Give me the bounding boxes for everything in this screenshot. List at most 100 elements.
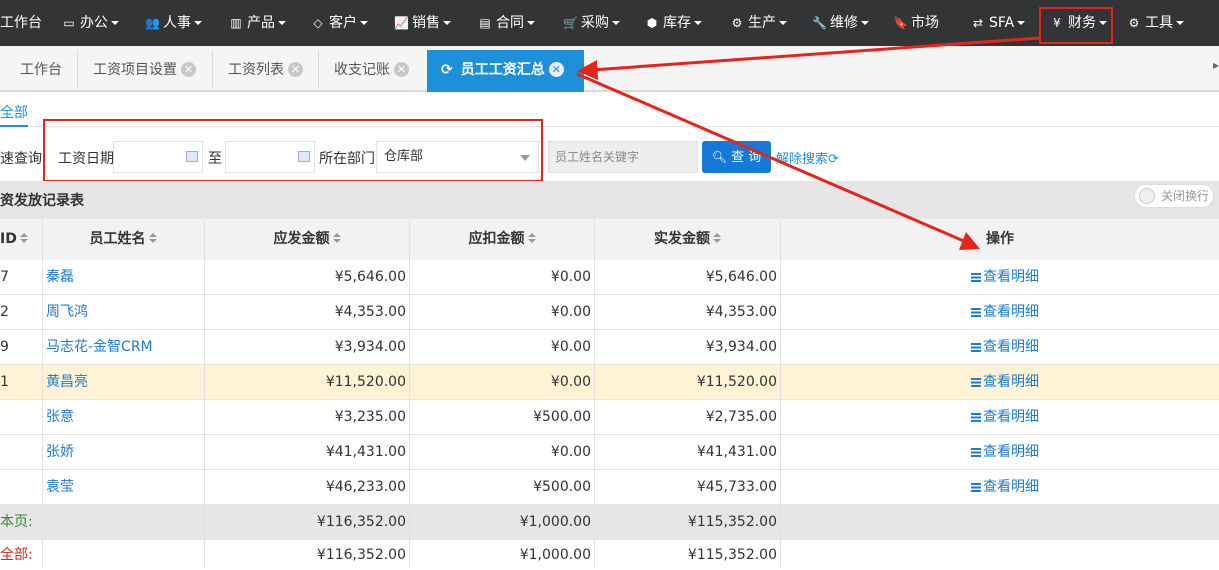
all-total-gross: ¥116,352.00	[316, 547, 406, 563]
table-row[interactable]: 9 马志花-金智CRM ¥3,934.00 ¥0.00 ¥3,934.00 查看明细	[0, 330, 1219, 365]
cell-employee-name[interactable]: 张娇	[46, 435, 201, 470]
sort-icon	[19, 233, 28, 243]
sort-icon	[332, 233, 341, 243]
nav-item-hr[interactable]: 👥 人事	[145, 0, 202, 46]
close-icon[interactable]: ✕	[181, 61, 196, 77]
nav-item-office[interactable]: ▭ 办公	[62, 0, 119, 46]
clear-search-link[interactable]: 解除搜索⟳	[776, 148, 839, 167]
query-button[interactable]: 🔍︎ 查 询	[702, 141, 771, 173]
nav-item-contract[interactable]: ▤ 合同	[478, 0, 535, 46]
cell-employee-name[interactable]: 秦磊	[46, 260, 201, 295]
view-detail-link[interactable]: 查看明细	[971, 470, 1091, 505]
column-label: 应扣金额	[468, 231, 525, 247]
nav-label: 采购	[581, 15, 609, 31]
column-divider	[780, 219, 781, 567]
cog-icon: ⚙	[1128, 16, 1140, 30]
table-row[interactable]: 袁莹 ¥46,233.00 ¥500.00 ¥45,733.00 查看明细	[0, 470, 1219, 505]
view-detail-link[interactable]: 查看明细	[971, 365, 1091, 400]
table-row[interactable]: 7 秦磊 ¥5,646.00 ¥0.00 ¥5,646.00 查看明细	[0, 260, 1219, 295]
page-total-net: ¥115,352.00	[687, 514, 777, 530]
tab-label: 工作台	[20, 62, 62, 78]
cell-gross: ¥41,431.00	[325, 444, 406, 460]
tab-employee-salary-summary[interactable]: ⟳ 员工工资汇总 ✕	[427, 50, 584, 92]
nav-item-inventory[interactable]: ⬢ 库存	[645, 0, 702, 46]
cell-net: ¥41,431.00	[696, 444, 777, 460]
nav-item-product[interactable]: ▥ 产品	[229, 0, 286, 46]
nav-item-sales[interactable]: 📈 销售	[394, 0, 451, 46]
column-label: 员工姓名	[89, 231, 146, 247]
nav-label: 工作台	[0, 15, 42, 31]
column-label: 实发金额	[654, 231, 710, 247]
column-header-action: 操作	[781, 219, 1219, 260]
table-row[interactable]: 张娇 ¥41,431.00 ¥0.00 ¥41,431.00 查看明细	[0, 435, 1219, 470]
view-detail-link[interactable]: 查看明细	[971, 330, 1091, 365]
view-detail-link[interactable]: 查看明细	[971, 295, 1091, 330]
nav-item-market[interactable]: 🔖 市场	[893, 0, 939, 46]
close-icon[interactable]: ✕	[394, 61, 409, 77]
users-icon: 👥	[145, 16, 160, 30]
all-total-net: ¥115,352.00	[687, 547, 777, 563]
wrap-toggle[interactable]: 关闭换行	[1134, 184, 1214, 208]
search-icon: 🔍︎	[711, 150, 727, 164]
cell-deduct: ¥500.00	[533, 409, 591, 425]
nav-item-purchase[interactable]: 🛒 采购	[563, 0, 620, 46]
refresh-icon[interactable]: ⟳	[441, 50, 453, 90]
newspaper-icon: ▤	[479, 16, 491, 30]
close-icon[interactable]: ✕	[288, 61, 303, 77]
cell-id: 2	[0, 304, 9, 320]
nav-label: 合同	[496, 15, 524, 31]
nav-item-production[interactable]: ⚙ 生产	[730, 0, 787, 46]
cell-net: ¥45,733.00	[696, 479, 777, 495]
column-header-name[interactable]: 员工姓名	[42, 219, 204, 260]
table-row[interactable]: 2 周飞鸿 ¥4,353.00 ¥0.00 ¥4,353.00 查看明细	[0, 295, 1219, 330]
view-detail-label: 查看明细	[983, 339, 1039, 355]
nav-item-sfa[interactable]: ⇄ SFA	[971, 0, 1026, 46]
tab-divider	[212, 50, 213, 88]
view-detail-link[interactable]: 查看明细	[971, 400, 1091, 435]
cell-employee-name[interactable]: 马志花-金智CRM	[46, 330, 201, 365]
view-detail-label: 查看明细	[983, 444, 1039, 460]
section-title: 资发放记录表	[0, 193, 84, 209]
column-label: ID	[0, 231, 17, 247]
column-header-gross[interactable]: 应发金额	[205, 219, 409, 260]
nav-item-customer[interactable]: ◇ 客户	[311, 0, 368, 46]
chevron-down-icon	[111, 21, 119, 25]
subtab-all[interactable]: 全部	[0, 102, 28, 122]
cell-employee-name[interactable]: 袁莹	[46, 470, 201, 505]
toggle-knob	[1139, 188, 1155, 204]
cell-employee-name[interactable]: 黄昌亮	[46, 365, 201, 400]
list-icon	[971, 342, 981, 352]
tab-salary-list[interactable]: 工资列表 ✕	[228, 50, 303, 90]
column-header-deduct[interactable]: 应扣金额	[410, 219, 594, 260]
tab-label: 工资列表	[228, 62, 284, 78]
tab-workbench[interactable]: 工作台	[20, 50, 62, 90]
close-icon[interactable]: ✕	[548, 61, 564, 77]
view-detail-label: 查看明细	[983, 409, 1039, 425]
nav-item-repair[interactable]: 🔧 维修	[812, 0, 869, 46]
employee-keyword-input[interactable]: 员工姓名关键字	[548, 141, 698, 173]
list-icon	[971, 307, 981, 317]
table-row[interactable]: 1 黄昌亮 ¥11,520.00 ¥0.00 ¥11,520.00 查看明细	[0, 365, 1219, 400]
page-total-gross: ¥116,352.00	[316, 514, 406, 530]
view-detail-label: 查看明细	[983, 304, 1039, 320]
tab-salary-item-settings[interactable]: 工资项目设置 ✕	[93, 50, 196, 90]
table-row[interactable]: 张意 ¥3,235.00 ¥500.00 ¥2,735.00 查看明细	[0, 400, 1219, 435]
column-header-id[interactable]: ID	[0, 219, 42, 260]
nav-label: 维修	[830, 15, 858, 31]
view-detail-link[interactable]: 查看明细	[971, 260, 1091, 295]
cell-employee-name[interactable]: 周飞鸿	[46, 295, 201, 330]
nav-item-tools[interactable]: ⚙ 工具	[1127, 0, 1184, 46]
cell-deduct: ¥500.00	[533, 479, 591, 495]
cell-id	[0, 470, 40, 505]
nav-label: 办公	[80, 15, 108, 31]
cell-employee-name[interactable]: 张意	[46, 400, 201, 435]
active-indicator	[0, 125, 28, 127]
tab-label: 收支记账	[334, 62, 390, 78]
tab-scroll-right-icon[interactable]: ▸	[1213, 58, 1219, 72]
cell-gross: ¥46,233.00	[325, 479, 406, 495]
column-header-net[interactable]: 实发金额	[595, 219, 780, 260]
nav-label: 客户	[329, 15, 357, 31]
nav-item-workbench[interactable]: 工作台	[0, 0, 42, 46]
tab-income-expense[interactable]: 收支记账 ✕	[334, 50, 409, 90]
view-detail-link[interactable]: 查看明细	[971, 435, 1091, 470]
